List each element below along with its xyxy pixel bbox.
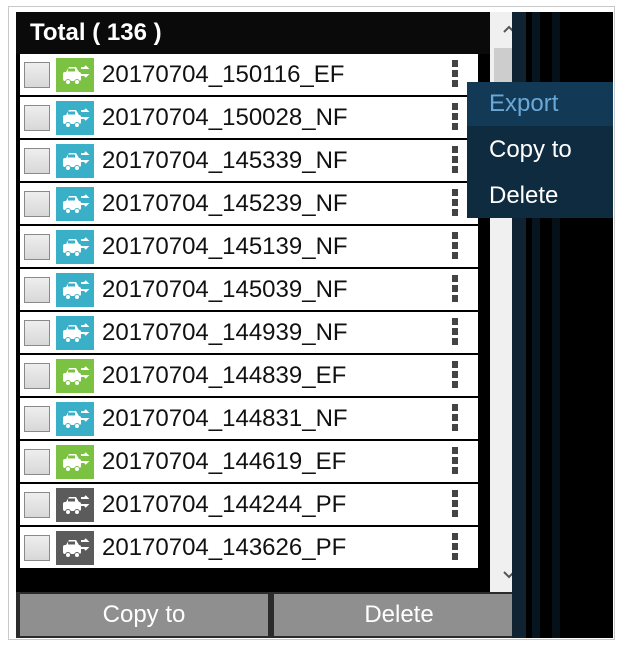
kebab-menu-icon[interactable] — [450, 447, 460, 477]
file-row[interactable]: 20170704_145339_NF — [16, 140, 490, 183]
file-row[interactable]: 20170704_150028_NF — [16, 97, 490, 140]
car-transfer-icon — [56, 488, 94, 522]
file-name: 20170704_144939_NF — [102, 319, 348, 346]
file-name: 20170704_145239_NF — [102, 190, 348, 217]
menu-item-delete[interactable]: Delete — [467, 174, 613, 218]
kebab-menu-icon[interactable] — [450, 318, 460, 348]
kebab-menu-icon[interactable] — [450, 60, 460, 90]
file-checkbox[interactable] — [24, 277, 50, 303]
file-name: 20170704_145139_NF — [102, 233, 348, 260]
kebab-menu-icon[interactable] — [450, 361, 460, 391]
file-name: 20170704_145039_NF — [102, 276, 348, 303]
file-name: 20170704_144831_NF — [102, 405, 348, 432]
car-transfer-icon — [56, 445, 94, 479]
file-list: 20170704_150116_EF 20170704_150028_NF 2017… — [16, 54, 490, 592]
file-name: 20170704_144244_PF — [102, 491, 347, 518]
file-row[interactable]: 20170704_145139_NF — [16, 226, 490, 269]
file-name: 20170704_144619_EF — [102, 448, 347, 475]
car-transfer-icon — [56, 58, 94, 92]
file-row[interactable]: 20170704_144831_NF — [16, 398, 490, 441]
file-name: 20170704_144839_EF — [102, 362, 347, 389]
file-row[interactable]: 20170704_145239_NF — [16, 183, 490, 226]
kebab-menu-icon[interactable] — [450, 103, 460, 133]
kebab-menu-icon[interactable] — [450, 146, 460, 176]
file-checkbox[interactable] — [24, 320, 50, 346]
kebab-menu-icon[interactable] — [450, 404, 460, 434]
file-checkbox[interactable] — [24, 148, 50, 174]
car-transfer-icon — [56, 402, 94, 436]
file-checkbox[interactable] — [24, 363, 50, 389]
file-row[interactable]: 20170704_150116_EF — [16, 54, 490, 97]
car-transfer-icon — [56, 359, 94, 393]
context-menu: Export Copy to Delete — [467, 82, 613, 218]
kebab-menu-icon[interactable] — [450, 275, 460, 305]
file-row[interactable]: 20170704_144939_NF — [16, 312, 490, 355]
footer-bar: Copy to Delete — [16, 592, 528, 638]
delete-button[interactable]: Delete — [274, 594, 524, 636]
file-row[interactable]: 20170704_144244_PF — [16, 484, 490, 527]
menu-item-copy-to[interactable]: Copy to — [467, 128, 613, 172]
file-checkbox[interactable] — [24, 406, 50, 432]
kebab-menu-icon[interactable] — [450, 490, 460, 520]
file-checkbox[interactable] — [24, 234, 50, 260]
car-transfer-icon — [56, 144, 94, 178]
file-checkbox[interactable] — [24, 62, 50, 88]
car-transfer-icon — [56, 187, 94, 221]
file-list-panel: Total ( 136 ) 20170704_150116_EF 20170704… — [16, 12, 528, 638]
file-row[interactable]: 20170704_145039_NF — [16, 269, 490, 312]
list-header-title: Total ( 136 ) — [16, 12, 490, 54]
file-checkbox[interactable] — [24, 191, 50, 217]
file-checkbox[interactable] — [24, 449, 50, 475]
file-row[interactable]: 20170704_144839_EF — [16, 355, 490, 398]
kebab-menu-icon[interactable] — [450, 533, 460, 563]
copy-to-button[interactable]: Copy to — [20, 594, 268, 636]
car-transfer-icon — [56, 273, 94, 307]
file-checkbox[interactable] — [24, 492, 50, 518]
kebab-menu-icon[interactable] — [450, 189, 460, 219]
file-name: 20170704_143626_PF — [102, 534, 347, 561]
file-row[interactable]: 20170704_144619_EF — [16, 441, 490, 484]
kebab-menu-icon[interactable] — [450, 232, 460, 262]
car-transfer-icon — [56, 531, 94, 565]
file-name: 20170704_150028_NF — [102, 104, 348, 131]
menu-item-export[interactable]: Export — [467, 82, 613, 126]
car-transfer-icon — [56, 101, 94, 135]
car-transfer-icon — [56, 230, 94, 264]
car-transfer-icon — [56, 316, 94, 350]
file-name: 20170704_145339_NF — [102, 147, 348, 174]
file-checkbox[interactable] — [24, 105, 50, 131]
file-checkbox[interactable] — [24, 535, 50, 561]
file-name: 20170704_150116_EF — [102, 61, 345, 88]
file-row[interactable]: 20170704_143626_PF — [16, 527, 490, 570]
